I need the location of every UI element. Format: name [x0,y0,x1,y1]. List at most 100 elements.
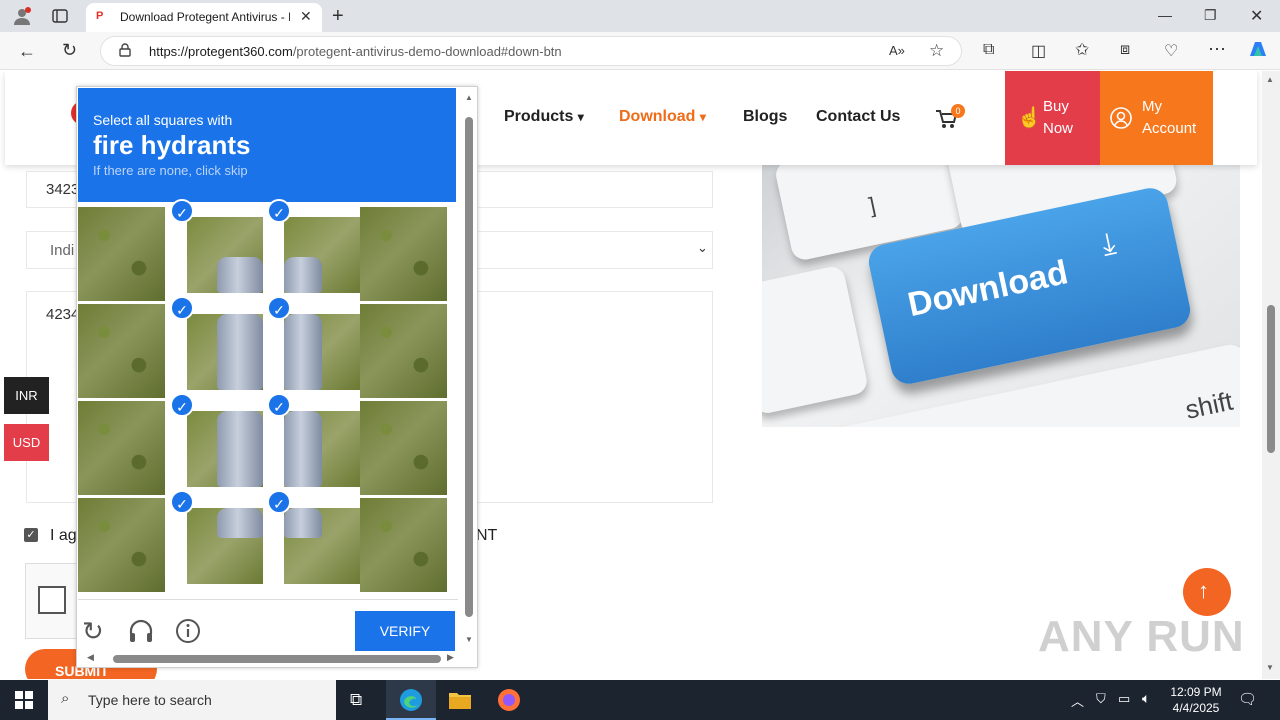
verify-button[interactable]: VERIFY [355,611,455,651]
browser-tab-bar: P Download Protegent Antivirus - F ✕ + —… [0,0,1280,32]
restore-icon[interactable]: ❐ [1204,7,1217,24]
currency-usd-button[interactable]: USD [4,424,49,461]
captcha-prompt: Select all squares with [93,112,233,128]
fire-hydrant-segment [284,314,322,390]
window-close-icon[interactable]: ✕ [1250,6,1263,26]
fire-hydrant-segment [217,257,263,293]
captcha-tile[interactable] [78,498,165,592]
checkmark-icon: ✓ [170,490,194,514]
firefox-icon[interactable] [497,688,521,717]
taskbar-search[interactable]: ⌕ Type here to search [48,680,336,720]
tab-title: Download Protegent Antivirus - F [120,10,290,24]
message-textarea-value: 4234 [46,306,80,323]
collections-icon[interactable]: ⧈ [1120,41,1130,59]
taskbar-clock[interactable]: 12:09 PM 4/4/2025 [1160,684,1232,716]
more-menu-icon[interactable]: ⋯ [1208,39,1226,60]
address-bar[interactable]: https://protegent360.com/protegent-antiv… [100,36,962,66]
captcha-tile[interactable]: ✓ [170,393,263,495]
nav-download[interactable]: Download ▾ [619,108,706,126]
captcha-tile[interactable] [78,401,165,495]
captcha-hscroll-thumb[interactable] [113,655,441,663]
captcha-tile-image [187,314,263,390]
refresh-challenge-icon[interactable]: ↻ [82,616,104,647]
anyrun-watermark: ANY RUN [1038,612,1245,661]
tray-security-icon[interactable]: ⛉ [1096,691,1106,707]
captcha-tile[interactable]: ✓ [267,393,360,495]
captcha-tile-image [284,314,360,390]
hcaptcha-challenge: Select all squares with fire hydrants If… [76,86,478,668]
nav-products[interactable]: Products ▾ [504,108,584,126]
scroll-to-top-button[interactable]: ↑ [1183,568,1231,616]
buy-now-button[interactable]: ☝ Buy Now [1005,71,1100,165]
file-explorer-icon[interactable] [448,689,472,716]
captcha-tile[interactable] [360,401,447,495]
agree-checkbox[interactable]: ✓ [24,528,38,542]
tab-actions-icon[interactable] [52,8,68,27]
fire-hydrant-segment [217,508,263,538]
network-icon[interactable]: ▭ [1118,691,1130,707]
browser-essentials-icon[interactable]: ♡ [1164,41,1178,61]
captcha-grid: ✓ ✓ ✓ ✓ ✓ ✓ ✓ ✓ [78,199,456,595]
captcha-tile[interactable] [360,207,447,301]
captcha-tile[interactable] [360,498,447,592]
download-arrow-icon: ⤓ [1098,226,1119,262]
captcha-target: fire hydrants [93,130,251,160]
minimize-icon[interactable]: — [1158,7,1172,23]
profile-icon[interactable] [13,7,31,28]
audio-challenge-icon[interactable] [128,618,154,649]
captcha-tile[interactable]: ✓ [267,199,360,301]
captcha-tile[interactable] [360,304,447,398]
captcha-scrollbar-thumb[interactable] [465,117,473,617]
scroll-down-arrow-icon[interactable]: ▼ [465,635,473,644]
extensions-icon[interactable]: ⧉ [983,41,994,59]
fire-hydrant-segment [217,314,263,390]
captcha-tile[interactable]: ✓ [170,296,263,398]
captcha-scrollbar[interactable]: ▲ ▼ [461,89,477,649]
favorites-icon[interactable]: ✩ [1075,40,1089,60]
captcha-tile[interactable] [78,304,165,398]
split-screen-icon[interactable]: ◫ [1031,41,1046,61]
notifications-icon[interactable]: 🗨︎ [1238,690,1257,708]
currency-inr-button[interactable]: INR [4,377,49,414]
scroll-left-arrow-icon[interactable]: ◀ [87,652,94,663]
page-scrollbar-thumb[interactable] [1267,305,1275,453]
captcha-tile[interactable]: ✓ [170,199,263,301]
captcha-tile[interactable]: ✓ [267,490,360,592]
active-tab[interactable]: P Download Protegent Antivirus - F ✕ [86,3,322,32]
scroll-up-arrow-icon[interactable]: ▲ [465,93,473,102]
scroll-right-arrow-icon[interactable]: ▶ [447,652,454,663]
info-icon[interactable] [175,618,201,649]
scroll-down-arrow-icon[interactable]: ▼ [1266,663,1274,672]
back-arrow-icon[interactable]: ← [18,41,36,62]
volume-icon[interactable]: 🔈︎ [1142,690,1150,707]
tab-close-icon[interactable]: ✕ [300,8,312,25]
search-icon: ⌕ [61,690,70,707]
refresh-icon[interactable]: ↻ [62,40,77,61]
captcha-tile-image [187,217,263,293]
nav-contact[interactable]: Contact Us [816,108,900,126]
address-toolbar: ← ↻ https://protegent360.com/protegent-a… [0,32,1280,70]
windows-start-icon[interactable] [15,691,33,714]
read-aloud-icon[interactable]: A» [889,43,905,58]
recaptcha-checkbox[interactable] [38,586,66,614]
tray-chevron-up-icon[interactable]: ︿ [1071,691,1084,710]
checkmark-icon: ✓ [170,296,194,320]
captcha-tile[interactable] [78,207,165,301]
my-account-line2: Account [1142,120,1197,137]
new-tab-button[interactable]: + [332,5,344,28]
favorite-star-icon[interactable]: ☆ [929,41,944,61]
copilot-icon[interactable] [1246,38,1270,65]
page-scrollbar[interactable]: ▲ ▼ [1262,71,1280,679]
captcha-tile[interactable]: ✓ [170,490,263,592]
scroll-up-arrow-icon[interactable]: ▲ [1266,75,1274,84]
lock-icon[interactable] [119,43,131,60]
my-account-button[interactable]: My Account [1100,71,1213,165]
edge-taskbar-button[interactable] [386,680,436,720]
task-view-icon[interactable]: ⧉ [350,690,362,710]
captcha-horizontal-scrollbar[interactable]: ◀ ▶ [79,652,459,666]
fire-hydrant-segment [284,257,322,293]
nav-blogs[interactable]: Blogs [743,108,787,126]
buy-now-line1: Buy [1043,98,1069,115]
buy-now-line2: Now [1043,120,1074,137]
captcha-tile[interactable]: ✓ [267,296,360,398]
